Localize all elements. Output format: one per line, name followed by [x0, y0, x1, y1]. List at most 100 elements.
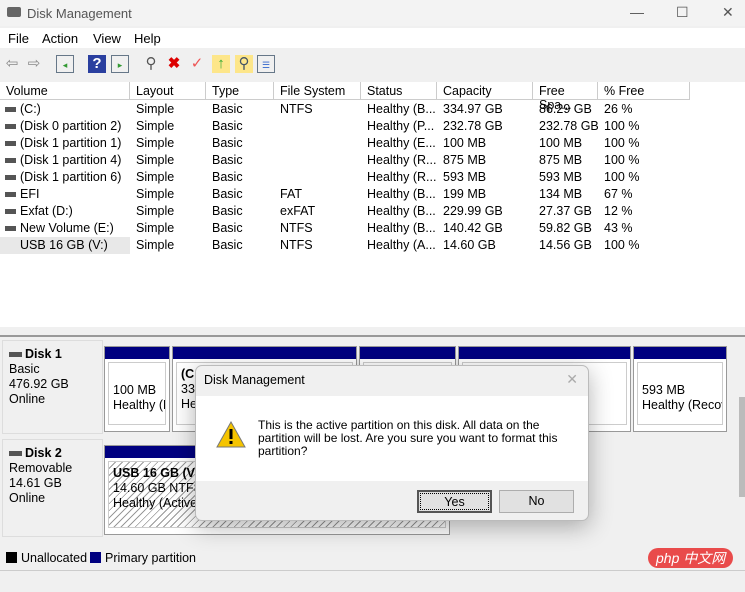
table-cell: Simple: [136, 170, 175, 184]
disk-label[interactable]: Disk 1 Basic 476.92 GB Online: [2, 340, 103, 434]
table-cell: 12 %: [604, 204, 633, 218]
table-cell: Basic: [212, 170, 243, 184]
table-row[interactable]: Exfat (D:) Simple Basic exFAT Healthy (B... 2…: [0, 203, 690, 220]
disk-icon: [9, 352, 22, 358]
table-cell: 100 %: [604, 119, 640, 133]
properties-icon[interactable]: ✓: [188, 55, 206, 73]
table-cell: 232.78 GB: [539, 119, 598, 133]
menu-help[interactable]: Help: [134, 31, 161, 46]
status-bar: [0, 570, 745, 592]
menu-action[interactable]: Action: [42, 31, 78, 46]
partition-size: 593 MB: [642, 383, 686, 397]
warning-icon: [216, 421, 246, 448]
disk-management-app-icon: [7, 7, 21, 17]
column-header[interactable]: Type: [206, 82, 274, 100]
table-cell: 100 MB: [539, 136, 583, 150]
dialog-close-button[interactable]: ✕: [566, 371, 578, 388]
menu-file[interactable]: File: [8, 31, 29, 46]
table-row[interactable]: USB 16 GB (V:) Simple Basic NTFS Healthy (A.…: [0, 237, 690, 254]
legend-unallocated: Unallocated: [21, 551, 88, 565]
table-cell: Simple: [136, 119, 175, 133]
table-row[interactable]: (Disk 1 partition 4) Simple Basic Healthy (…: [0, 152, 690, 169]
connect-drive-icon[interactable]: ⚲: [142, 55, 160, 73]
volume-list: Volume Layout Type File System Status Capacit…: [0, 82, 745, 327]
table-cell: 875 MB: [443, 153, 487, 167]
table-cell: Basic: [212, 187, 243, 201]
no-button[interactable]: No: [499, 490, 574, 513]
column-header[interactable]: Free Spa...: [533, 82, 598, 112]
scrollbar[interactable]: [739, 397, 745, 497]
dialog-body: This is the active partition on this dis…: [196, 396, 588, 481]
partition-block[interactable]: 593 MB Healthy (Recov: [633, 346, 727, 432]
column-header[interactable]: Layout: [130, 82, 206, 100]
help-icon[interactable]: ?: [88, 55, 106, 73]
yes-button[interactable]: Yes: [417, 490, 492, 513]
table-cell: NTFS: [280, 238, 313, 252]
table-cell: [274, 118, 361, 135]
table-row[interactable]: (Disk 0 partition 2) Simple Basic Healthy (…: [0, 118, 690, 135]
table-cell: New Volume (E:): [20, 221, 114, 235]
table-cell: 229.99 GB: [443, 204, 503, 218]
table-cell: 334.97 GB: [443, 102, 503, 116]
table-cell: 100 MB: [443, 136, 487, 150]
delete-icon[interactable]: ✖: [165, 55, 183, 73]
table-cell: Healthy (B...: [367, 221, 436, 235]
table-cell: NTFS: [280, 221, 313, 235]
watermark: php 中文网: [648, 548, 734, 568]
table-cell: 14.56 GB: [539, 238, 592, 252]
column-header[interactable]: % Free: [598, 82, 690, 100]
table-cell: 134 MB: [539, 187, 583, 201]
partition-status: Healthy (E: [113, 398, 166, 412]
table-cell: Simple: [136, 153, 175, 167]
table-row[interactable]: EFI Simple Basic FAT Healthy (B... 199 MB 134 …: [0, 186, 690, 203]
explore-icon[interactable]: ⚲: [235, 55, 253, 73]
table-cell: 14.60 GB: [443, 238, 496, 252]
column-header[interactable]: Capacity: [437, 82, 533, 100]
disk-size: 476.92 GB: [9, 377, 69, 391]
table-row[interactable]: (Disk 1 partition 6) Simple Basic Healthy (…: [0, 169, 690, 186]
format-confirmation-dialog: Disk Management ✕ This is the active par…: [195, 365, 589, 521]
action-pane-icon[interactable]: ▸: [111, 55, 129, 73]
unallocated-swatch: [6, 552, 17, 563]
primary-partition-swatch: [90, 552, 101, 563]
table-cell: (Disk 1 partition 4): [20, 153, 122, 167]
console-tree-icon[interactable]: ◂: [56, 55, 74, 73]
disk-status: Online: [9, 392, 46, 406]
minimize-button[interactable]: —: [630, 4, 644, 20]
table-cell: 26 %: [604, 102, 633, 116]
disk-label[interactable]: Disk 2 Removable 14.61 GB Online: [2, 439, 103, 537]
menu-view[interactable]: View: [93, 31, 121, 46]
forward-icon[interactable]: ⇨: [25, 55, 43, 73]
column-header[interactable]: File System: [274, 82, 361, 100]
close-button[interactable]: ✕: [722, 4, 734, 21]
table-cell: Healthy (B...: [367, 187, 436, 201]
back-icon[interactable]: ⇦: [3, 55, 21, 73]
menu-bar: File Action View Help: [0, 28, 745, 48]
open-icon[interactable]: ↑: [212, 55, 230, 73]
table-row[interactable]: (Disk 1 partition 1) Simple Basic Healthy (…: [0, 135, 690, 152]
table-cell: Healthy (R...: [367, 170, 437, 184]
table-cell: USB 16 GB (V:): [0, 237, 130, 254]
table-cell: [274, 152, 361, 169]
table-cell: Healthy (R...: [367, 153, 437, 167]
table-cell: 43 %: [604, 221, 633, 235]
column-header[interactable]: Status: [361, 82, 437, 100]
disk-icon: [9, 451, 22, 457]
column-header[interactable]: Volume: [0, 82, 130, 100]
disk-status: Online: [9, 491, 46, 505]
table-cell: [274, 169, 361, 186]
table-row[interactable]: New Volume (E:) Simple Basic NTFS Healthy (B…: [0, 220, 690, 237]
table-row[interactable]: (C:) Simple Basic NTFS Healthy (B... 334.97 G…: [0, 101, 690, 118]
table-cell: FAT: [280, 187, 302, 201]
table-cell: Simple: [136, 187, 175, 201]
table-cell: Basic: [212, 238, 243, 252]
partition-block[interactable]: 100 MB Healthy (E: [104, 346, 170, 432]
partition-bar: [459, 347, 630, 359]
maximize-button[interactable]: ☐: [676, 4, 689, 21]
table-cell: (Disk 1 partition 6): [20, 170, 122, 184]
disk-name: Disk 1: [25, 347, 62, 361]
table-cell: Healthy (B...: [367, 204, 436, 218]
table-cell: 100 %: [604, 238, 640, 252]
settings-list-icon[interactable]: ☰: [257, 55, 275, 73]
table-cell: Basic: [212, 119, 243, 133]
